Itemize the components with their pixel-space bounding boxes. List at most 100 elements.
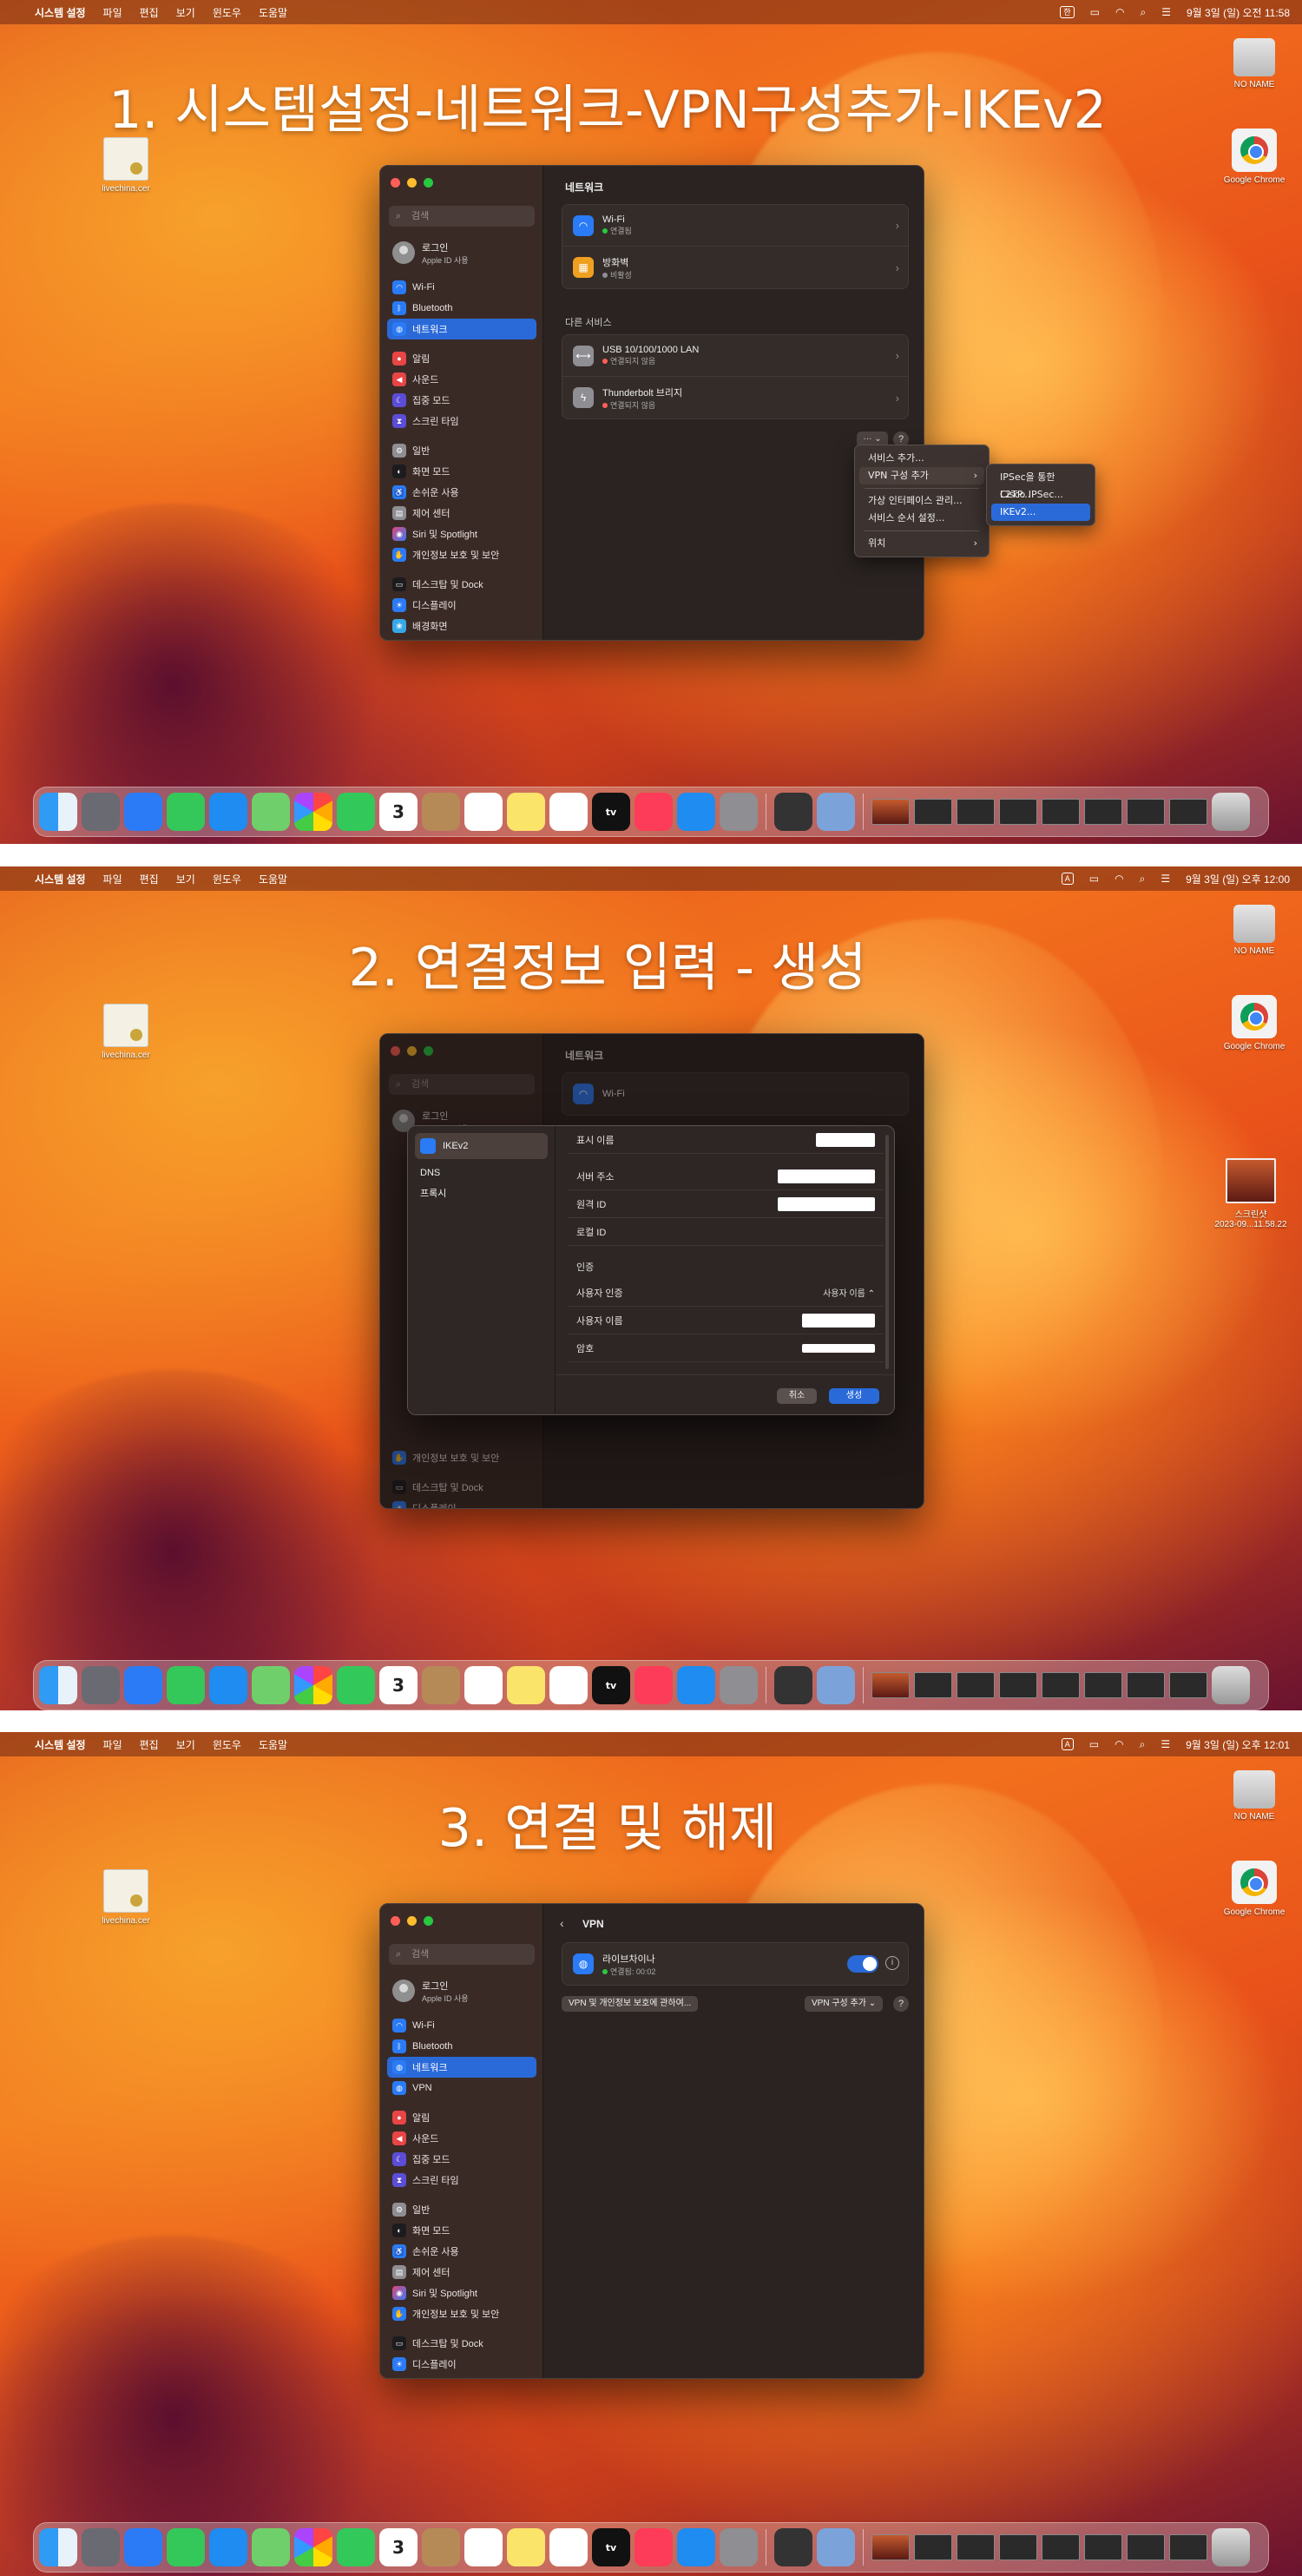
menu-help[interactable]: 도움말 — [259, 5, 287, 20]
network-row-wifi[interactable]: ◠ Wi-Fi 연결됨 › — [562, 205, 908, 247]
appstore-icon[interactable] — [677, 1666, 715, 1704]
contacts-icon[interactable] — [422, 793, 460, 831]
control-center-icon[interactable]: ☰ — [1161, 6, 1171, 18]
vpn-toggle[interactable] — [847, 1955, 878, 1973]
dialog-tab-dns[interactable]: DNS — [408, 1163, 555, 1183]
sidebar-item-control-center[interactable]: ▤ 제어 센터 — [387, 2262, 536, 2283]
messages-icon[interactable] — [167, 793, 205, 831]
recent-thumbnail[interactable] — [1127, 1672, 1165, 1698]
notes-icon[interactable] — [507, 793, 545, 831]
reminders-icon[interactable] — [464, 1666, 503, 1704]
cancel-button[interactable]: 취소 — [777, 1388, 817, 1404]
minimize-button[interactable] — [407, 1916, 417, 1926]
menu-edit[interactable]: 편집 — [140, 1737, 159, 1752]
network-row-usb[interactable]: ⟷ USB 10/100/1000 LAN 연결되지 않음 › — [562, 335, 908, 377]
desktop-chrome[interactable]: Google Chrome — [1215, 1861, 1293, 1917]
system-settings-icon[interactable] — [720, 1666, 758, 1704]
photos-icon[interactable] — [294, 1666, 332, 1704]
reminders-icon[interactable] — [464, 793, 503, 831]
freeform-icon[interactable] — [549, 1666, 588, 1704]
recent-thumbnail[interactable] — [957, 1672, 995, 1698]
control-center-icon[interactable]: ☰ — [1161, 1738, 1170, 1750]
recent-thumbnail[interactable] — [914, 1672, 952, 1698]
menu-item-add-vpn[interactable]: VPN 구성 추가 › — [859, 467, 984, 484]
mail-icon[interactable] — [209, 1666, 247, 1704]
sidebar-item-desktop-dock[interactable]: ▭ 데스크탑 및 Dock — [387, 2333, 536, 2354]
menu-window[interactable]: 윈도우 — [213, 5, 241, 20]
freeform-icon[interactable] — [549, 793, 588, 831]
display-name-input[interactable] — [816, 1132, 875, 1147]
music-icon[interactable] — [635, 2528, 673, 2566]
launchpad-icon[interactable] — [82, 793, 120, 831]
safari-icon[interactable] — [124, 2528, 162, 2566]
search-icon[interactable]: ⌕ — [1140, 1738, 1146, 1751]
clock[interactable]: 9월 3일 (일) 오전 11:58 — [1187, 5, 1290, 20]
launchpad-icon[interactable] — [82, 1666, 120, 1704]
safari-icon[interactable] — [124, 793, 162, 831]
info-icon[interactable]: i — [885, 1956, 899, 1970]
dialog-tab-proxy[interactable]: 프록시 — [408, 1183, 555, 1204]
input-source-icon[interactable]: A — [1061, 1738, 1074, 1750]
back-button[interactable]: ‹ — [560, 1916, 564, 1930]
appstore-icon[interactable] — [677, 793, 715, 831]
menu-view[interactable]: 보기 — [176, 5, 195, 20]
sidebar-item-accessibility[interactable]: ♿ 손쉬운 사용 — [387, 482, 536, 503]
recent-thumbnail[interactable] — [1127, 799, 1165, 825]
menu-edit[interactable]: 편집 — [140, 5, 159, 20]
recent-thumbnail[interactable] — [957, 799, 995, 825]
recent-thumbnail[interactable] — [914, 2534, 952, 2560]
help-button[interactable]: ? — [893, 1996, 909, 2012]
add-vpn-button[interactable]: VPN 구성 추가 ⌄ — [805, 1996, 884, 2012]
menu-file[interactable]: 파일 — [103, 1737, 122, 1752]
sidebar-item-accessibility[interactable]: ♿ 손쉬운 사용 — [387, 2241, 536, 2262]
menu-item-virtual-interface[interactable]: 가상 인터페이스 관리... — [859, 492, 984, 510]
menu-help[interactable]: 도움말 — [259, 872, 287, 886]
desktop-chrome[interactable]: Google Chrome — [1215, 128, 1293, 185]
sidebar-item-siri[interactable]: ◉ Siri 및 Spotlight — [387, 524, 536, 544]
recent-thumbnail[interactable] — [1169, 1672, 1207, 1698]
desktop-disk[interactable]: NO NAME — [1215, 905, 1293, 956]
desktop-disk[interactable]: NO NAME — [1215, 1770, 1293, 1822]
menu-file[interactable]: 파일 — [103, 872, 122, 886]
music-icon[interactable] — [635, 1666, 673, 1704]
appstore-icon[interactable] — [677, 2528, 715, 2566]
recent-thumbnail[interactable] — [1084, 799, 1122, 825]
sidebar-item-wallpaper[interactable]: ❀ 배경화면 — [387, 616, 536, 636]
recent-thumbnail[interactable] — [871, 1672, 910, 1698]
sidebar-item-siri[interactable]: ◉ Siri 및 Spotlight — [387, 2283, 536, 2303]
network-row-thunderbolt[interactable]: ϟ Thunderbolt 브리지 연결되지 않음 › — [562, 377, 908, 418]
notes-icon[interactable] — [507, 2528, 545, 2566]
mail-icon[interactable] — [209, 793, 247, 831]
search-input[interactable]: ⌕ 검색 — [389, 1944, 535, 1965]
submenu-item-ikev2[interactable]: IKEv2... — [991, 504, 1090, 521]
sidebar-item-general[interactable]: ⚙ 일반 — [387, 440, 536, 461]
clock[interactable]: 9월 3일 (일) 오후 12:00 — [1186, 872, 1290, 886]
facetime-icon[interactable] — [337, 793, 375, 831]
messages-icon[interactable] — [167, 2528, 205, 2566]
menu-app[interactable]: 시스템 설정 — [35, 1737, 86, 1752]
sidebar-item-displays[interactable]: ☀ 디스플레이 — [387, 595, 536, 616]
appletv-icon[interactable]: tv — [592, 2528, 630, 2566]
finder-icon[interactable] — [39, 2528, 77, 2566]
sidebar-item-wifi[interactable]: ◠ Wi-Fi — [387, 277, 536, 298]
user-auth-select[interactable]: 사용자 이름 ⌃ — [823, 1286, 875, 1299]
sidebar-item-bluetooth[interactable]: ᛒ Bluetooth — [387, 298, 536, 319]
search-icon[interactable]: ⌕ — [1140, 873, 1146, 886]
launchpad-icon[interactable] — [82, 2528, 120, 2566]
appletv-icon[interactable]: tv — [592, 1666, 630, 1704]
sidebar-item-wifi[interactable]: ◠ Wi-Fi — [387, 2015, 536, 2036]
search-icon[interactable]: ⌕ — [1140, 6, 1146, 19]
recent-thumbnail[interactable] — [999, 2534, 1037, 2560]
menu-item-add-service[interactable]: 서비스 추가... — [859, 450, 984, 467]
calendar-icon[interactable]: 3 — [379, 2528, 418, 2566]
contacts-icon[interactable] — [422, 1666, 460, 1704]
desktop-cert-file[interactable]: livechina.cer — [87, 1869, 165, 1926]
sidebar-item-general[interactable]: ⚙ 일반 — [387, 2199, 536, 2220]
sidebar-item-bluetooth[interactable]: ᛒ Bluetooth — [387, 2036, 536, 2057]
system-settings-icon[interactable] — [720, 2528, 758, 2566]
sidebar-item-network[interactable]: ◍ 네트워크 — [387, 319, 536, 339]
close-button[interactable] — [391, 178, 400, 188]
wifi-icon[interactable]: ◠ — [1115, 1738, 1123, 1750]
facetime-icon[interactable] — [337, 2528, 375, 2566]
close-button[interactable] — [391, 1916, 400, 1926]
